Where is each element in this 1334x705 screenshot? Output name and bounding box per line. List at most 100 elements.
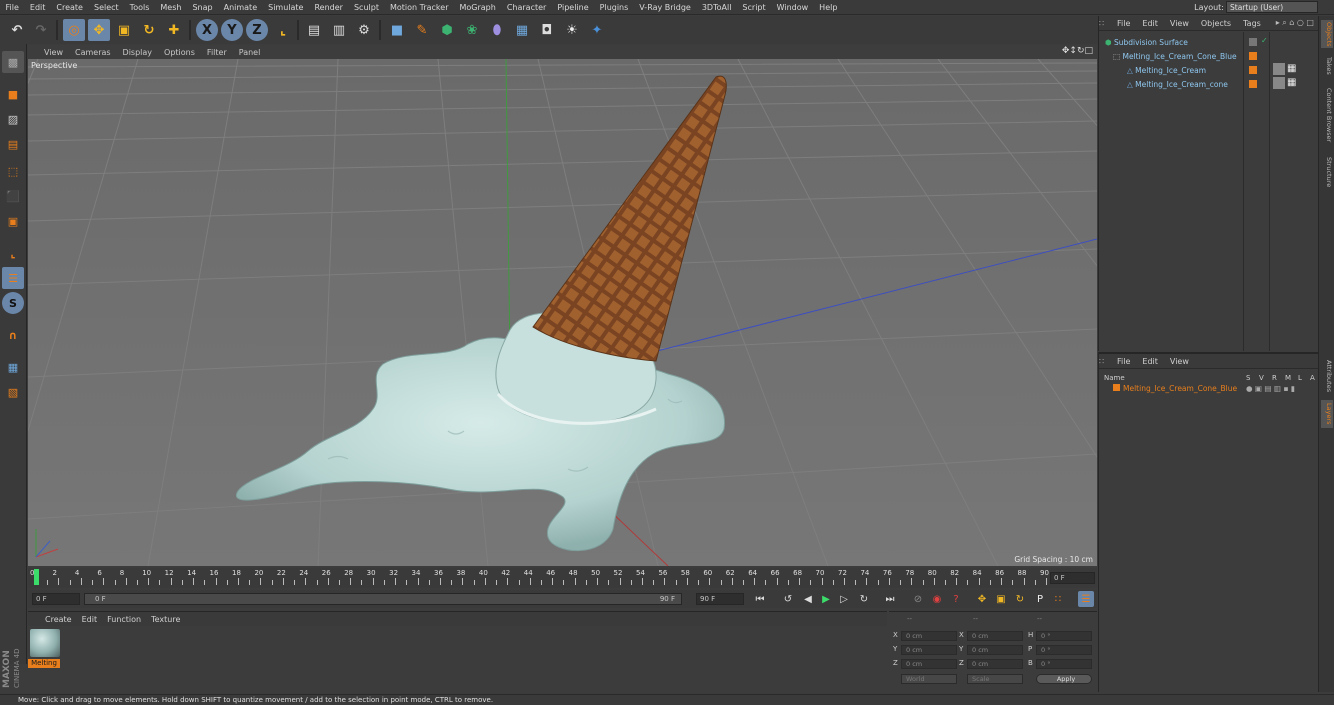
live-selection-icon[interactable]: ◎ <box>63 19 85 41</box>
coord-field[interactable]: 0 cm <box>901 631 957 641</box>
material-thumbnail[interactable] <box>30 629 60 657</box>
texture-mode-icon[interactable]: ▨ <box>2 108 24 130</box>
coord-mode-dropdown[interactable]: Scale <box>967 674 1023 684</box>
menu-file[interactable]: File <box>0 3 24 12</box>
coord-field[interactable]: 0 ° <box>1036 631 1092 641</box>
menu-render[interactable]: Render <box>309 3 348 12</box>
key-parameter-icon[interactable]: P <box>1032 591 1048 607</box>
viewport-menu-cameras[interactable]: Cameras <box>69 48 117 57</box>
menu-pipeline[interactable]: Pipeline <box>552 3 594 12</box>
menu-simulate[interactable]: Simulate <box>263 3 309 12</box>
axis-x-toggle[interactable]: X <box>196 19 218 41</box>
rotate-tool-icon[interactable]: ↻ <box>138 19 160 41</box>
keyframe-selection-icon[interactable]: ? <box>948 591 964 607</box>
viewport-menu-filter[interactable]: Filter <box>201 48 233 57</box>
menu-3dtoall[interactable]: 3DToAll <box>696 3 737 12</box>
array-generator-icon[interactable]: ❀ <box>461 19 483 41</box>
key-position-icon[interactable]: ✥ <box>974 591 990 607</box>
snap-icon[interactable]: S <box>2 292 24 314</box>
object-search-icon[interactable]: ▸ ⌕ ⌂ ○ □ <box>1276 18 1318 28</box>
go-to-end-icon[interactable]: ⏭ <box>882 591 898 607</box>
axis-mode-icon[interactable]: ⌞ <box>2 242 24 264</box>
previous-key-icon[interactable]: ↺ <box>780 591 796 607</box>
layer-color-swatch[interactable] <box>1249 66 1257 74</box>
material-menu-create[interactable]: Create <box>40 615 77 624</box>
material-menu-texture[interactable]: Texture <box>146 615 185 624</box>
tab-attributes[interactable]: Attributes <box>1321 356 1333 396</box>
frame-range-slider[interactable]: 0 F 90 F <box>84 593 682 605</box>
enabled-check-icon[interactable]: ✓ <box>1261 36 1268 45</box>
current-frame-field[interactable]: 0 F <box>1050 572 1095 584</box>
material-tag-icon[interactable] <box>1273 63 1285 75</box>
menu-character[interactable]: Character <box>501 3 552 12</box>
start-frame-field[interactable]: 0 F <box>32 593 80 605</box>
coordinate-system-icon[interactable]: ⌞ <box>272 19 294 41</box>
viewport-menu-options[interactable]: Options <box>158 48 201 57</box>
move-tool-icon[interactable]: ✥ <box>88 19 110 41</box>
timeline-ruler[interactable]: 0 2 4 6 8 10 12 14 16 18 20 22 24 26 28 30 32 34 36 38 40 42 4… <box>28 568 1097 588</box>
coord-field[interactable]: 0 cm <box>967 631 1023 641</box>
scale-tool-icon[interactable]: ▣ <box>113 19 135 41</box>
camera-icon[interactable]: ◘ <box>536 19 558 41</box>
lock-workplane-icon[interactable]: ▦ <box>2 356 24 378</box>
layer-color-swatch[interactable] <box>1249 52 1257 60</box>
next-key-icon[interactable]: ↻ <box>856 591 872 607</box>
autokey-icon[interactable]: ◉ <box>929 591 945 607</box>
coord-field[interactable]: 0 ° <box>1036 659 1092 669</box>
texture-tag-icon[interactable]: ▦ <box>1287 63 1296 74</box>
light-icon[interactable]: ☀ <box>561 19 583 41</box>
tab-content-browser[interactable]: Content Browser <box>1321 84 1333 146</box>
transform-tool-icon[interactable]: ✚ <box>163 19 185 41</box>
menu-edit[interactable]: Edit <box>24 3 51 12</box>
end-frame-field[interactable]: 90 F <box>696 593 744 605</box>
menu-snap[interactable]: Snap <box>187 3 218 12</box>
object-menu-file[interactable]: File <box>1111 19 1136 28</box>
layer-toggle-icons[interactable]: ● ▣ ▤ ▥ ▪ ▮ <box>1246 384 1295 393</box>
layer-color-swatch[interactable] <box>1249 38 1257 46</box>
key-scale-icon[interactable]: ▣ <box>993 591 1009 607</box>
tab-structure[interactable]: Structure <box>1321 152 1333 192</box>
layer-row[interactable]: Melting_Ice_Cream_Cone_Blue ● ▣ ▤ ▥ ▪ ▮ <box>1103 384 1317 395</box>
timeline-layout-icon[interactable]: ☰ <box>1078 591 1094 607</box>
floor-scene-icon[interactable]: ▦ <box>511 19 533 41</box>
axis-y-toggle[interactable]: Y <box>221 19 243 41</box>
deformer-icon[interactable]: ⬮ <box>486 19 508 41</box>
object-row-cone-blue[interactable]: ⬚ Melting_Ice_Cream_Cone_Blue <box>1099 50 1317 64</box>
tab-layers[interactable]: Layers <box>1321 400 1333 428</box>
pen-spline-icon[interactable]: ✎ <box>411 19 433 41</box>
menu-select[interactable]: Select <box>88 3 124 12</box>
coord-field[interactable]: 0 cm <box>901 659 957 669</box>
previous-frame-icon[interactable]: ◀ <box>800 591 816 607</box>
viewport-menu-view[interactable]: View <box>38 48 69 57</box>
coord-field[interactable]: 0 ° <box>1036 645 1092 655</box>
render-picture-viewer-icon[interactable]: ▥ <box>328 19 350 41</box>
points-mode-icon[interactable]: ⬚ <box>2 160 24 182</box>
menu-mograph[interactable]: MoGraph <box>454 3 501 12</box>
coord-space-dropdown[interactable]: World <box>901 674 957 684</box>
key-pla-icon[interactable]: ∷ <box>1050 591 1066 607</box>
coord-field[interactable]: 0 cm <box>967 645 1023 655</box>
object-menu-view[interactable]: View <box>1164 19 1195 28</box>
playhead-marker[interactable] <box>34 569 39 585</box>
menu-motion-tracker[interactable]: Motion Tracker <box>384 3 454 12</box>
layout-select[interactable]: Startup (User) <box>1226 1 1318 13</box>
tweak-mode-icon[interactable]: ☰ <box>2 267 24 289</box>
next-frame-icon[interactable]: ▷ <box>836 591 852 607</box>
python-script-icon[interactable]: ✦ <box>586 19 608 41</box>
material-menu-function[interactable]: Function <box>102 615 146 624</box>
material-tag-icon[interactable] <box>1273 77 1285 89</box>
menu-sculpt[interactable]: Sculpt <box>348 3 384 12</box>
menu-window[interactable]: Window <box>771 3 814 12</box>
layer-color-swatch[interactable] <box>1249 80 1257 88</box>
menu-plugins[interactable]: Plugins <box>594 3 634 12</box>
go-to-start-icon[interactable]: ⏮ <box>752 591 768 607</box>
object-menu-tags[interactable]: Tags <box>1237 19 1267 28</box>
magnet-icon[interactable]: ∩ <box>2 324 24 346</box>
apply-button[interactable]: Apply <box>1036 674 1092 684</box>
menu-mesh[interactable]: Mesh <box>155 3 187 12</box>
menu-script[interactable]: Script <box>737 3 771 12</box>
undo-icon[interactable]: ↶ <box>6 19 28 41</box>
subdivision-generator-icon[interactable]: ⬢ <box>436 19 458 41</box>
menu-tools[interactable]: Tools <box>124 3 155 12</box>
material-menu-edit[interactable]: Edit <box>77 615 103 624</box>
